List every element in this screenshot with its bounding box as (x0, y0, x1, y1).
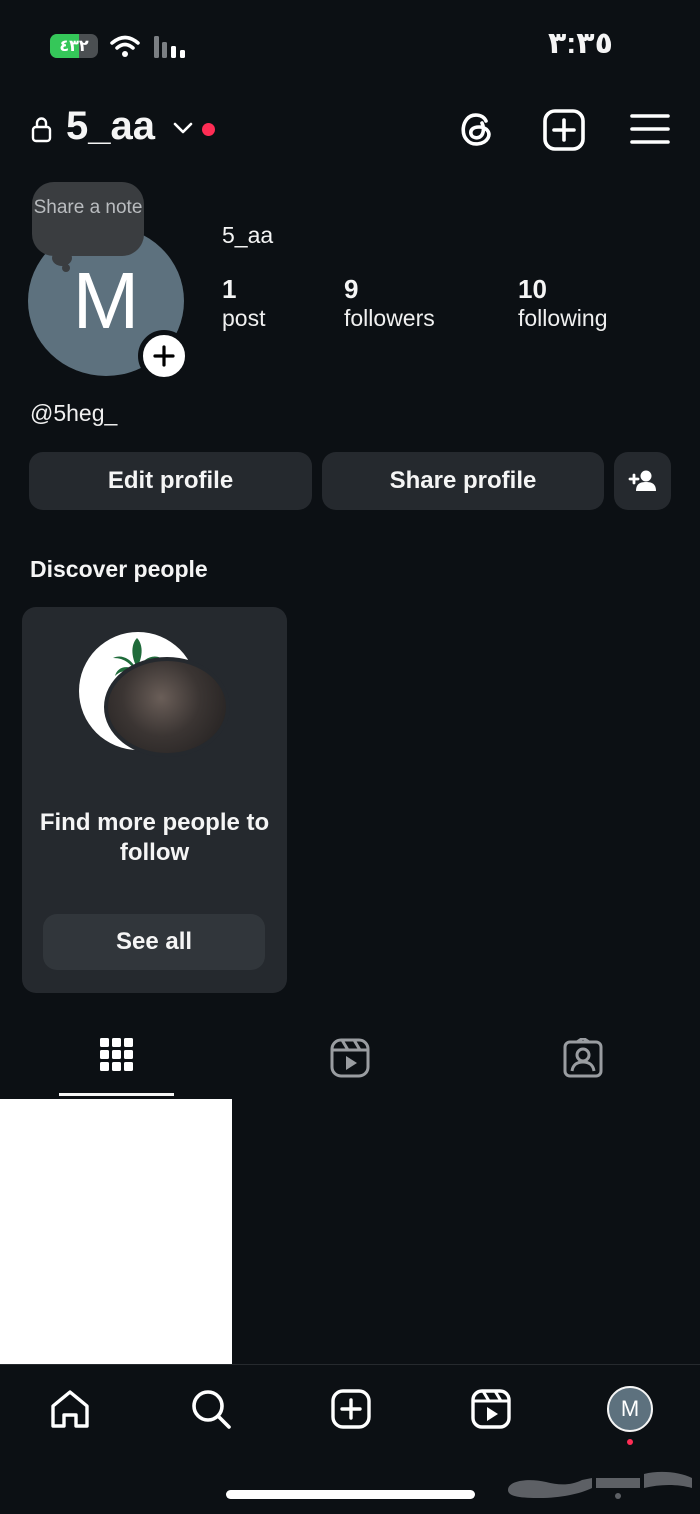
status-time: ٣:٣٥ (548, 27, 613, 60)
chevron-down-icon[interactable] (172, 120, 194, 136)
find-people-text: Find more people to follow (39, 809, 270, 866)
tagged-icon[interactable] (563, 1038, 603, 1078)
share-profile-button[interactable]: Share profile (322, 452, 604, 510)
lock-icon (31, 117, 52, 143)
divider (0, 1364, 700, 1365)
reels-icon[interactable] (470, 1388, 512, 1430)
post-thumbnail[interactable] (0, 1099, 232, 1364)
battery-indicator: ٤٣٢ (50, 34, 98, 58)
account-username[interactable]: 5_aa (66, 104, 155, 149)
suggested-user-avatar-photo[interactable] (104, 657, 230, 757)
home-indicator[interactable] (226, 1490, 475, 1499)
nav-avatar-letter: M (620, 1396, 640, 1421)
see-all-button[interactable]: See all (43, 914, 265, 970)
stat-value: 1 (222, 274, 237, 304)
plus-icon (153, 345, 175, 367)
discover-people-title: Discover people (30, 556, 208, 582)
avatar-letter: M (72, 256, 140, 345)
menu-icon[interactable] (630, 112, 670, 146)
add-story-button[interactable] (138, 330, 190, 382)
stat-label: following (518, 305, 608, 331)
display-name: 5_aa (222, 222, 274, 248)
reels-icon[interactable] (330, 1038, 370, 1078)
search-icon[interactable] (190, 1388, 232, 1430)
stat-label: post (222, 305, 266, 331)
stat-label: followers (344, 305, 435, 331)
stat-value: 9 (344, 274, 359, 304)
add-user-icon (628, 470, 656, 491)
stat-followers[interactable]: 9 followers (344, 274, 435, 332)
notification-dot (202, 123, 215, 136)
grid-icon[interactable] (100, 1038, 134, 1078)
share-note-bubble[interactable]: Share a note (32, 182, 144, 256)
nav-notification-dot (627, 1439, 633, 1445)
stat-value: 10 (518, 274, 547, 304)
add-user-button[interactable] (614, 452, 671, 510)
stat-following[interactable]: 10 following (518, 274, 608, 332)
create-icon[interactable] (330, 1388, 372, 1430)
nav-profile-avatar[interactable]: M (607, 1386, 653, 1432)
stat-posts[interactable]: 1 post (222, 274, 265, 332)
add-post-icon[interactable] (542, 108, 586, 152)
battery-level: ٤٣٢ (59, 38, 89, 55)
active-tab-indicator (59, 1093, 174, 1096)
profile-handle[interactable]: @5heg_ (30, 400, 117, 427)
threads-icon[interactable] (456, 108, 498, 150)
wifi-icon (110, 35, 140, 57)
edit-profile-button[interactable]: Edit profile (29, 452, 312, 510)
cellular-signal-icon (154, 36, 185, 58)
haraj-watermark-logo (508, 1471, 692, 1499)
home-icon[interactable] (49, 1388, 91, 1430)
